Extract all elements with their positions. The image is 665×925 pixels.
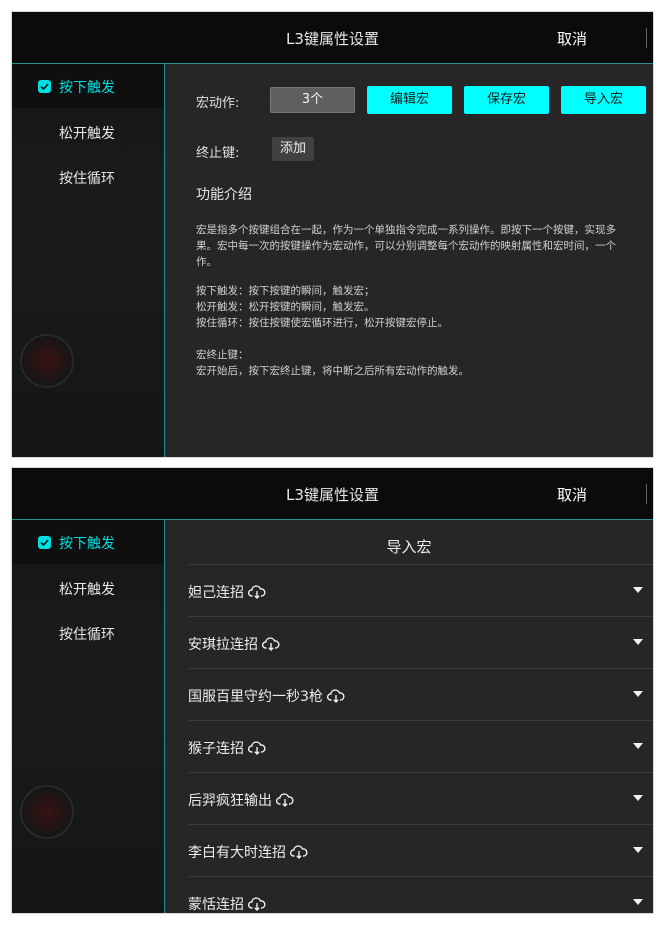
chevron-down-icon[interactable] <box>633 639 643 645</box>
macro-list-item[interactable]: 后羿疯狂输出 <box>188 772 653 824</box>
macro-list-item[interactable]: 李白有大时连招 <box>188 824 653 876</box>
sidebar-item-release-trigger[interactable]: 松开触发 <box>12 110 164 154</box>
sidebar-item-label: 按下触发 <box>59 536 115 552</box>
macro-name-wrap: 妲己连招 <box>188 582 266 603</box>
macro-list-item[interactable]: 猴子连招 <box>188 720 653 772</box>
save-macro-button[interactable]: 保存宏 <box>464 86 549 114</box>
intro-line: 宏终止键： <box>196 349 249 361</box>
macro-name: 猴子连招 <box>188 741 244 757</box>
macro-name: 妲己连招 <box>188 585 244 601</box>
intro-line: 宏是指多个按键组合在一起，作为一个单独指令完成一系列操作。即按下一个按键，实现多 <box>196 224 616 236</box>
sidebar-item-label: 按住循环 <box>59 171 115 187</box>
divider <box>646 28 647 48</box>
sidebar-item-release-trigger[interactable]: 松开触发 <box>12 566 164 610</box>
top-bar: L3键属性设置 取消 <box>12 468 653 520</box>
cloud-download-icon[interactable] <box>247 897 266 913</box>
intro-title: 功能介绍 <box>196 187 252 203</box>
macro-list-item[interactable]: 安琪拉连招 <box>188 616 653 668</box>
macro-list-item[interactable]: 蒙恬连招 <box>188 876 653 913</box>
macro-name: 蒙恬连招 <box>188 897 244 913</box>
macro-name-wrap: 安琪拉连招 <box>188 634 280 655</box>
chevron-down-icon[interactable] <box>633 587 643 593</box>
check-icon <box>38 536 51 549</box>
sidebar-item-label: 按住循环 <box>59 627 115 643</box>
add-stop-key-button[interactable]: 添加 <box>272 137 314 161</box>
cancel-button[interactable]: 取消 <box>557 484 587 505</box>
macro-name: 后羿疯狂输出 <box>188 793 272 809</box>
cloud-download-icon[interactable] <box>289 845 308 863</box>
edit-macro-button[interactable]: 编辑宏 <box>367 86 452 114</box>
import-panel: 导入宏 妲己连招 安琪拉连招 国服百里守约一秒3枪 猴子连招 后羿疯狂输出 李白… <box>165 520 653 913</box>
macro-settings-screen: L3键属性设置 取消 按下触发 松开触发 按住循环 宏动作: 3个 编辑宏 保存… <box>12 12 653 457</box>
sidebar: 按下触发 松开触发 按住循环 <box>12 520 165 913</box>
sidebar-item-label: 松开触发 <box>59 582 115 598</box>
divider <box>646 484 647 504</box>
import-macro-button[interactable]: 导入宏 <box>561 86 646 114</box>
macro-name-wrap: 猴子连招 <box>188 738 266 759</box>
intro-paragraph: 宏是指多个按键组合在一起，作为一个单独指令完成一系列操作。即按下一个按键，实现多… <box>196 222 616 270</box>
sidebar-item-label: 按下触发 <box>59 80 115 96</box>
sidebar-item-press-trigger[interactable]: 按下触发 <box>12 64 164 108</box>
chevron-down-icon[interactable] <box>633 795 643 801</box>
chevron-down-icon[interactable] <box>633 847 643 853</box>
stop-key-paragraph: 宏终止键： 宏开始后，按下宏终止键，将中断之后所有宏动作的触发。 <box>196 347 469 379</box>
import-macro-screen: L3键属性设置 取消 按下触发 松开触发 按住循环 导入宏 妲己连招 安琪拉连招 <box>12 468 653 913</box>
intro-line: 松开触发：松开按键的瞬间，触发宏。 <box>196 301 375 313</box>
sidebar-item-hold-loop[interactable]: 按住循环 <box>12 611 164 655</box>
cloud-download-icon[interactable] <box>247 585 266 603</box>
intro-line: 按下触发：按下按键的瞬间，触发宏； <box>196 285 375 297</box>
stop-key-label: 终止键: <box>196 146 240 161</box>
macro-name-wrap: 蒙恬连招 <box>188 894 266 913</box>
cancel-button[interactable]: 取消 <box>557 28 587 49</box>
macro-name-wrap: 国服百里守约一秒3枪 <box>188 686 345 707</box>
intro-line: 作。 <box>196 256 217 268</box>
sidebar-item-hold-loop[interactable]: 按住循环 <box>12 155 164 199</box>
cloud-download-icon[interactable] <box>326 689 345 707</box>
background-button-graphic <box>20 785 74 839</box>
macro-list-item[interactable]: 妲己连招 <box>188 564 653 616</box>
macro-name: 安琪拉连招 <box>188 637 258 653</box>
chevron-down-icon[interactable] <box>633 743 643 749</box>
cloud-download-icon[interactable] <box>275 793 294 811</box>
import-macro-title: 导入宏 <box>386 538 432 556</box>
macro-list-item[interactable]: 国服百里守约一秒3枪 <box>188 668 653 720</box>
macro-name-wrap: 李白有大时连招 <box>188 842 308 863</box>
sidebar-item-press-trigger[interactable]: 按下触发 <box>12 520 164 564</box>
trigger-modes-paragraph: 按下触发：按下按键的瞬间，触发宏； 松开触发：松开按键的瞬间，触发宏。 按住循环… <box>196 283 448 331</box>
intro-line: 果。宏中每一次的按键操作为宏动作，可以分别调整每个宏动作的映射属性和宏时间，一个 <box>196 240 616 252</box>
macro-count: 3个 <box>270 87 355 113</box>
macro-action-label: 宏动作: <box>196 96 240 111</box>
intro-line: 宏开始后，按下宏终止键，将中断之后所有宏动作的触发。 <box>196 365 469 377</box>
cloud-download-icon[interactable] <box>247 741 266 759</box>
chevron-down-icon[interactable] <box>633 691 643 697</box>
intro-line: 按住循环：按住按键使宏循环进行，松开按键宏停止。 <box>196 317 448 329</box>
macro-name: 李白有大时连招 <box>188 845 286 861</box>
check-icon <box>38 80 51 93</box>
sidebar-item-label: 松开触发 <box>59 126 115 142</box>
chevron-down-icon[interactable] <box>633 899 643 905</box>
background-button-graphic <box>20 334 74 388</box>
top-bar: L3键属性设置 取消 <box>12 12 653 64</box>
cloud-download-icon[interactable] <box>261 637 280 655</box>
sidebar: 按下触发 松开触发 按住循环 <box>12 64 165 457</box>
macro-name: 国服百里守约一秒3枪 <box>188 689 323 705</box>
settings-panel: 宏动作: 3个 编辑宏 保存宏 导入宏 终止键: 添加 功能介绍 宏是指多个按键… <box>165 64 653 457</box>
macro-name-wrap: 后羿疯狂输出 <box>188 790 294 811</box>
